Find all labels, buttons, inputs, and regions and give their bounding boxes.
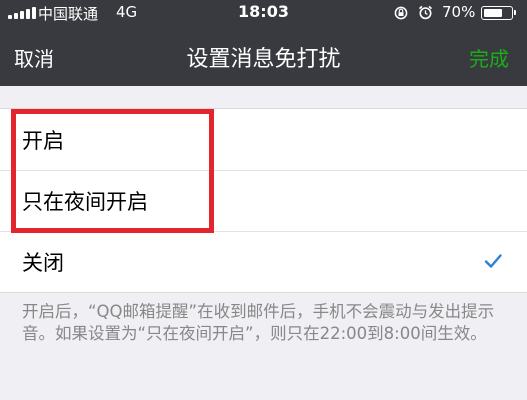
battery-icon <box>481 6 516 20</box>
checkmark-icon <box>484 254 502 268</box>
page-title: 设置消息免打扰 <box>186 47 341 72</box>
done-button[interactable]: 完成 <box>469 43 509 72</box>
option-off[interactable]: 关闭 <box>0 231 527 292</box>
option-label: 关闭 <box>22 251 64 275</box>
status-bar: 中国联通 4G 18:03 70% <box>0 0 527 26</box>
alarm-icon <box>418 5 433 20</box>
footnote-text: 开启后，“QQ邮箱提醒”在收到邮件后，手机不会震动与发出提示音。如果设置为“只在… <box>22 302 495 343</box>
top-bar: 中国联通 4G 18:03 70% 取消 设置消息免打扰 完成 <box>0 0 527 86</box>
battery-percent: 70% <box>442 3 476 21</box>
orientation-lock-icon <box>394 6 408 20</box>
highlight-box <box>11 109 214 233</box>
